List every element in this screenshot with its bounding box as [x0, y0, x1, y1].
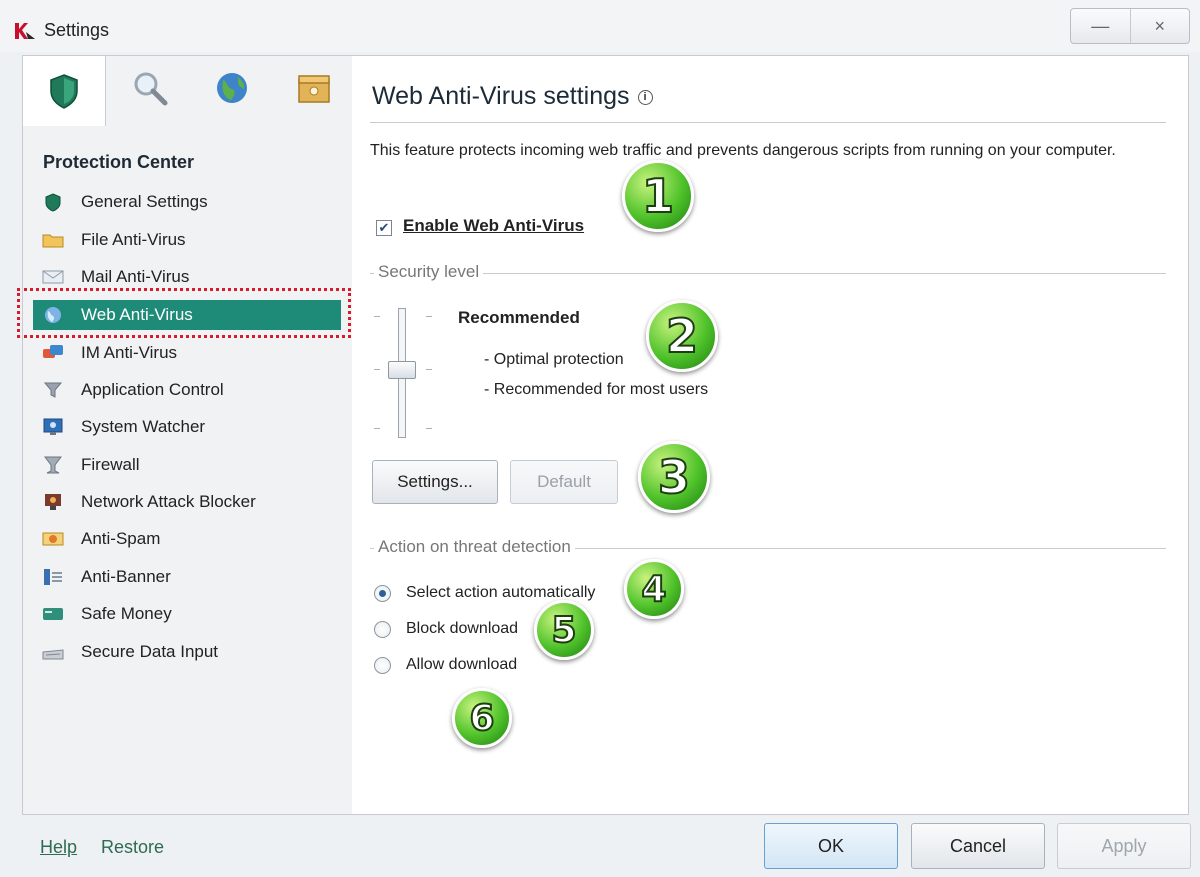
slider-tick — [426, 369, 432, 370]
security-level-name: Recommended — [458, 308, 580, 327]
window-title: Settings — [44, 20, 110, 40]
security-group-line — [370, 273, 1166, 274]
kaspersky-logo-icon — [15, 23, 35, 39]
folder-icon — [41, 230, 65, 250]
dialog-footer: Help Restore OK Cancel Apply — [0, 813, 1200, 877]
cancel-button[interactable]: Cancel — [911, 823, 1045, 869]
radio-button[interactable] — [374, 656, 391, 674]
radio-button[interactable] — [374, 620, 391, 638]
tab-update[interactable] — [191, 56, 273, 120]
section-tabs — [23, 56, 355, 126]
info-icon[interactable]: i — [637, 89, 653, 105]
mail-icon — [41, 267, 65, 287]
action-radio-allow[interactable]: Allow download — [374, 653, 517, 677]
callout-3: 3 — [638, 441, 710, 513]
sidebar-item-label: Anti-Spam — [81, 529, 161, 548]
firewall-icon — [41, 455, 65, 475]
apply-button[interactable]: Apply — [1057, 823, 1191, 869]
globe-icon — [217, 73, 247, 103]
radio-label[interactable]: Allow download — [406, 656, 517, 674]
sidebar-item-label: System Watcher — [81, 417, 206, 436]
enable-checkbox-label[interactable]: Enable Web Anti-Virus — [403, 216, 584, 236]
callout-5: 5 — [534, 600, 594, 660]
shield-icon — [50, 74, 78, 109]
network-blocker-icon — [41, 492, 65, 512]
action-group-title: Action on threat detection — [374, 537, 575, 557]
sidebar-item-safe-money[interactable]: Safe Money — [33, 599, 341, 629]
sidebar-item-system-watcher[interactable]: System Watcher — [33, 412, 341, 442]
sidebar-item-label: Network Attack Blocker — [81, 492, 256, 511]
sidebar-item-application-control[interactable]: Application Control — [33, 375, 341, 405]
tab-additional[interactable] — [273, 56, 355, 120]
security-level-point: - Optimal protection — [484, 351, 624, 368]
security-level-group-title: Security level — [374, 262, 484, 282]
sidebar: Protection Center General Settings File … — [22, 55, 354, 815]
slider-tick — [374, 369, 380, 370]
callout-2: 2 — [646, 300, 718, 372]
keyboard-icon — [41, 642, 65, 662]
callout-4: 4 — [624, 559, 684, 619]
banner-icon — [41, 567, 65, 587]
help-link[interactable]: Help — [40, 837, 77, 858]
sidebar-item-anti-spam[interactable]: Anti-Spam — [33, 524, 341, 554]
sidebar-item-label: Safe Money — [81, 604, 172, 623]
sidebar-item-label: General Settings — [81, 192, 208, 211]
sidebar-item-label: Secure Data Input — [81, 642, 219, 661]
window-controls: — × — [1070, 8, 1190, 44]
page-title: Web Anti-Virus settings i — [372, 82, 653, 111]
slider-tick — [426, 428, 432, 429]
settings-button[interactable]: Settings... — [372, 460, 498, 504]
monitor-icon — [41, 417, 65, 437]
radio-label[interactable]: Block download — [406, 620, 518, 638]
sidebar-item-secure-data-input[interactable]: Secure Data Input — [33, 637, 341, 667]
tab-scan[interactable] — [109, 56, 191, 120]
slider-tick — [426, 316, 432, 317]
feature-description: This feature protects incoming web traff… — [370, 142, 1116, 159]
card-icon — [41, 604, 65, 624]
security-level-slider-thumb[interactable] — [388, 361, 416, 379]
page-title-text: Web Anti-Virus settings — [372, 82, 630, 110]
enable-checkbox[interactable]: ✔ — [376, 220, 392, 236]
sidebar-item-label: Firewall — [81, 455, 140, 474]
funnel-icon — [41, 380, 65, 400]
minimize-button[interactable]: — — [1071, 9, 1130, 43]
slider-tick — [374, 316, 380, 317]
sidebar-item-label: Application Control — [81, 380, 224, 399]
sidebar-item-general-settings[interactable]: General Settings — [33, 187, 341, 217]
default-button[interactable]: Default — [510, 460, 618, 504]
sidebar-item-label: Mail Anti-Virus — [81, 267, 190, 286]
sidebar-item-firewall[interactable]: Firewall — [33, 450, 341, 480]
box-icon — [298, 75, 330, 103]
security-level-point: - Recommended for most users — [484, 381, 709, 398]
sidebar-item-im-anti-virus[interactable]: IM Anti-Virus — [33, 338, 341, 368]
sidebar-title: Protection Center — [43, 152, 195, 172]
radio-button-checked[interactable] — [374, 584, 391, 602]
callout-1: 1 — [622, 160, 694, 232]
sidebar-item-label: File Anti-Virus — [81, 230, 186, 249]
sidebar-item-label: IM Anti-Virus — [81, 343, 178, 362]
spam-icon — [41, 529, 65, 549]
sidebar-item-label: Anti-Banner — [81, 567, 171, 586]
callout-6: 6 — [452, 688, 512, 748]
selection-highlight — [17, 288, 351, 338]
sidebar-item-anti-banner[interactable]: Anti-Banner — [33, 562, 341, 592]
close-button[interactable]: × — [1129, 9, 1190, 43]
shield-icon — [41, 192, 65, 212]
settings-window: Settings — × Protection Center General S… — [0, 0, 1200, 877]
magnifier-icon — [134, 72, 168, 106]
action-radio-block[interactable]: Block download — [374, 617, 518, 641]
restore-link[interactable]: Restore — [101, 837, 164, 858]
ok-button[interactable]: OK — [764, 823, 898, 869]
checkmark-icon: ✔ — [378, 220, 390, 235]
chat-icon — [41, 343, 65, 363]
sidebar-item-file-anti-virus[interactable]: File Anti-Virus — [33, 225, 341, 255]
title-bar: Settings — × — [0, 0, 1200, 52]
sidebar-item-network-attack-blocker[interactable]: Network Attack Blocker — [33, 487, 341, 517]
title-divider — [370, 122, 1166, 123]
slider-tick — [374, 428, 380, 429]
tab-protection[interactable] — [23, 56, 106, 126]
